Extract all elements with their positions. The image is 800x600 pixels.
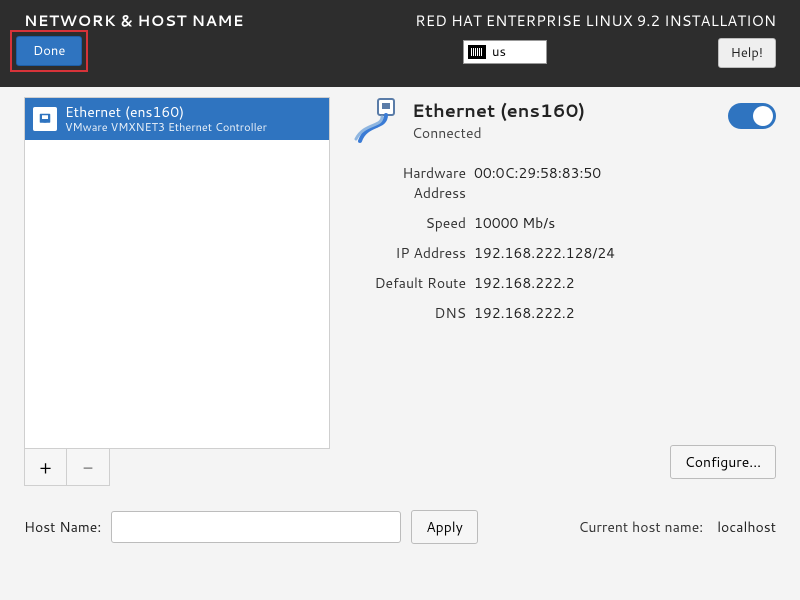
interface-text: Ethernet (ens160) VMware VMXNET3 Etherne… [65,104,267,134]
hostname-input[interactable] [111,511,401,543]
dns-value: 192.168.222.2 [474,303,776,323]
keyboard-icon [468,45,486,59]
interface-enable-toggle[interactable] [728,103,776,129]
content-area: Ethernet (ens160) VMware VMXNET3 Etherne… [0,87,800,486]
top-bar: NETWORK & HOST NAME RED HAT ENTERPRISE L… [0,0,800,87]
current-hostname-label: Current host name: [578,517,703,537]
add-interface-button[interactable]: + [25,449,67,485]
apply-hostname-button[interactable]: Apply [411,510,478,544]
ip-address-value: 192.168.222.128/24 [474,243,776,263]
current-hostname: Current host name: localhost [578,517,776,537]
done-highlight-box: Done [10,30,88,72]
help-button[interactable]: Help! [718,38,776,68]
interface-details-grid: Hardware Address 00:0C:29:58:83:50 Speed… [352,163,776,323]
hostname-label: Host Name: [24,517,101,537]
interface-detail-status: Connected [412,123,585,143]
keyboard-layout-text: us [492,43,506,61]
remove-interface-button[interactable]: − [67,449,109,485]
interface-list[interactable]: Ethernet (ens160) VMware VMXNET3 Etherne… [24,97,330,449]
interface-header: Ethernet (ens160) Connected [352,97,776,145]
interface-detail-title: Ethernet (ens160) [412,97,585,123]
hostname-row: Host Name: Apply Current host name: loca… [24,510,776,544]
done-button[interactable]: Done [16,36,82,66]
ip-address-label: IP Address [352,243,466,263]
interface-detail-panel: Ethernet (ens160) Connected Hardware Add… [352,97,776,486]
ethernet-cable-icon [352,97,400,145]
hw-address-label: Hardware Address [352,163,466,203]
default-route-value: 192.168.222.2 [474,273,776,293]
page-title: NETWORK & HOST NAME [24,10,244,31]
installer-title: RED HAT ENTERPRISE LINUX 9.2 INSTALLATIO… [415,10,776,31]
interface-panel: Ethernet (ens160) VMware VMXNET3 Etherne… [24,97,330,486]
configure-button[interactable]: Configure... [670,445,776,479]
hw-address-value: 00:0C:29:58:83:50 [474,163,776,203]
speed-value: 10000 Mb/s [474,213,776,233]
speed-label: Speed [352,213,466,233]
interface-list-buttons: + − [24,449,110,486]
default-route-label: Default Route [352,273,466,293]
ethernet-plug-icon [33,107,57,131]
keyboard-layout-indicator[interactable]: us [463,40,547,64]
dns-label: DNS [352,303,466,323]
current-hostname-value: localhost [717,517,776,537]
interface-list-item[interactable]: Ethernet (ens160) VMware VMXNET3 Etherne… [25,98,329,140]
interface-subtitle: VMware VMXNET3 Ethernet Controller [65,121,267,134]
